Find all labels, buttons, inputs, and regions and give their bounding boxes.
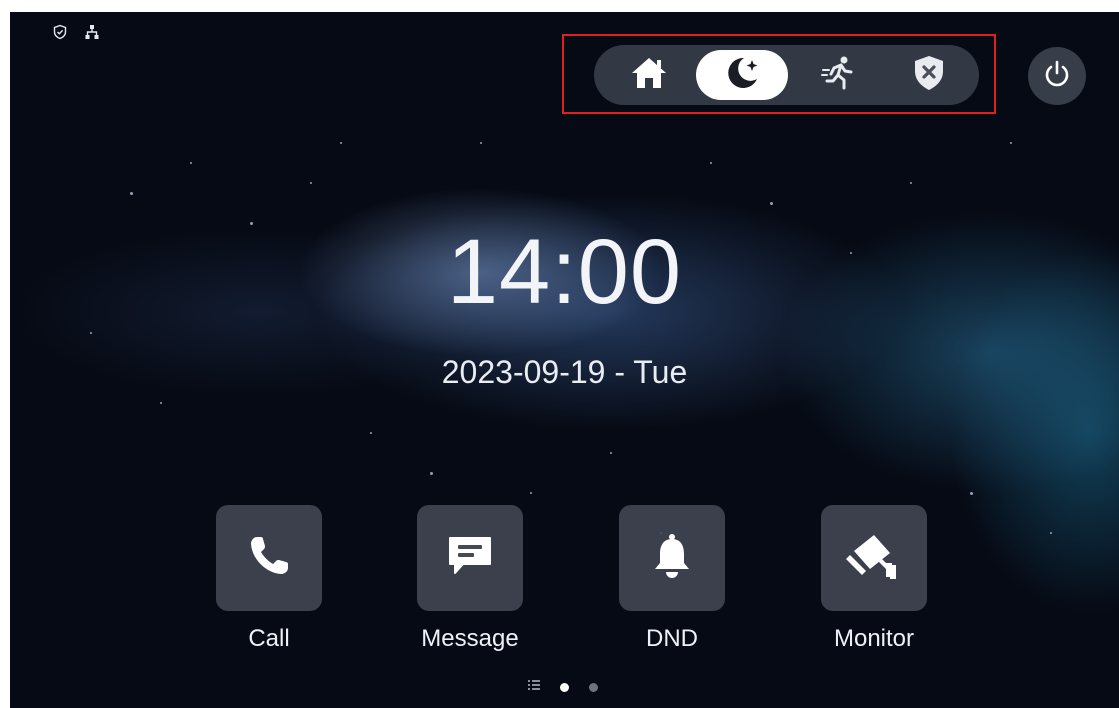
arming-mode-selector [594, 45, 979, 105]
particle [710, 162, 712, 164]
moon-star-icon [722, 54, 762, 97]
dnd-label: DND [646, 625, 698, 652]
call-label: Call [248, 625, 290, 652]
clock-date: 2023-09-19 - Tue [441, 354, 688, 390]
shield-x-icon [912, 54, 946, 97]
particle [310, 182, 312, 184]
particle [160, 402, 162, 404]
list-icon[interactable] [528, 678, 540, 696]
running-person-icon [820, 54, 858, 97]
network-icon [84, 24, 100, 40]
bell-icon [650, 532, 694, 585]
phone-icon [245, 532, 293, 585]
particle [1010, 142, 1012, 144]
disarm-mode-button[interactable] [894, 50, 964, 100]
monitor-app[interactable]: Monitor [821, 505, 927, 653]
particle [480, 142, 482, 144]
particle [370, 432, 372, 434]
dnd-tile[interactable] [619, 505, 725, 611]
particle [770, 202, 773, 205]
particle [530, 492, 532, 494]
home-mode-button[interactable] [614, 50, 684, 100]
particle [910, 182, 912, 184]
cctv-camera-icon [846, 531, 902, 586]
message-label: Message [421, 625, 519, 652]
shield-check-icon [52, 24, 68, 40]
power-button[interactable] [1028, 47, 1086, 105]
power-icon [1042, 59, 1072, 94]
night-mode-button[interactable] [696, 50, 788, 100]
house-icon [629, 55, 669, 96]
particle [430, 472, 433, 475]
monitor-tile[interactable] [821, 505, 927, 611]
message-tile[interactable] [417, 505, 523, 611]
page-dot-active[interactable] [560, 682, 569, 692]
particle [970, 492, 973, 495]
clock-time: 14:00 [446, 221, 683, 323]
particle [130, 192, 133, 195]
particle [90, 332, 92, 334]
call-tile[interactable] [216, 505, 322, 611]
particle [1050, 532, 1052, 534]
particle [190, 162, 192, 164]
monitor-label: Monitor [833, 625, 915, 652]
message-app[interactable]: Message [417, 505, 523, 653]
call-app[interactable]: Call [216, 505, 322, 653]
particle [340, 142, 342, 144]
particle [610, 452, 612, 454]
status-bar [52, 24, 100, 40]
page-indicator [528, 678, 598, 696]
home-screen: 14:00 2023-09-19 - Tue Call Message DND [10, 12, 1119, 708]
away-mode-button[interactable] [804, 50, 874, 100]
dnd-app[interactable]: DND [619, 505, 725, 653]
page-dot[interactable] [589, 682, 598, 692]
chat-icon [445, 532, 495, 585]
